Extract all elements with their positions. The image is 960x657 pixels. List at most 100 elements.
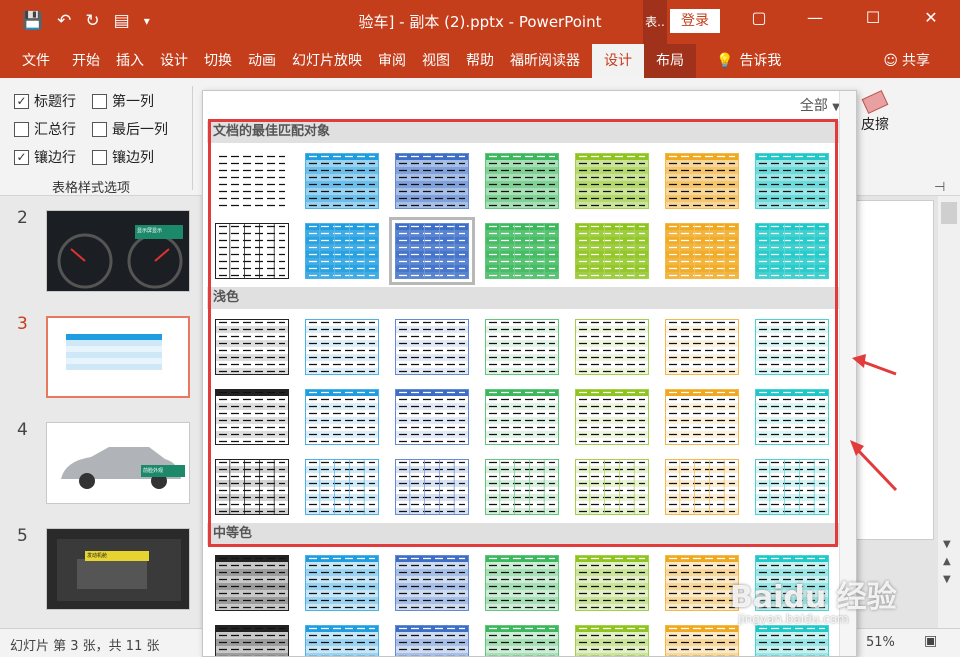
table-style-tile[interactable] <box>755 389 829 445</box>
table-style-tile[interactable] <box>395 319 469 375</box>
table-style-tile[interactable] <box>305 459 379 515</box>
gallery-filter[interactable]: 全部 ▼ <box>800 95 840 115</box>
table-style-tile[interactable] <box>575 555 649 611</box>
previous-slide-icon[interactable]: ▲ <box>943 556 951 567</box>
table-style-tile[interactable] <box>485 223 559 279</box>
table-tools-context-tab[interactable]: 表.. <box>643 0 667 44</box>
table-style-tile[interactable] <box>665 319 739 375</box>
tab-review[interactable]: 审阅 <box>370 44 414 78</box>
table-style-tile[interactable] <box>485 319 559 375</box>
tab-view[interactable]: 视图 <box>414 44 458 78</box>
table-style-tile[interactable] <box>305 625 379 656</box>
slide-thumbnail[interactable]: 显示屏显示 <box>46 210 190 292</box>
next-slide-icon[interactable]: ▼ <box>943 574 951 585</box>
tab-table-layout[interactable]: 布局 <box>644 44 696 78</box>
table-style-tile[interactable] <box>305 223 379 279</box>
pin-ribbon-icon[interactable]: ⊣ <box>934 180 945 195</box>
slide-thumbnail-active[interactable] <box>46 316 190 398</box>
table-style-tile[interactable] <box>215 223 289 279</box>
checkbox[interactable] <box>92 121 107 137</box>
table-style-tile[interactable] <box>395 555 469 611</box>
tab-foxit-reader[interactable]: 福昕阅读器 <box>502 44 588 78</box>
table-style-tile[interactable] <box>305 389 379 445</box>
option-last-column[interactable]: 最后一列 <box>92 119 168 139</box>
login-button[interactable]: 登录 <box>670 9 720 33</box>
ribbon-display-icon[interactable]: ▢ <box>744 8 774 27</box>
table-style-tile[interactable] <box>215 625 289 656</box>
tab-file[interactable]: 文件 <box>0 44 64 78</box>
tab-transitions[interactable]: 切换 <box>196 44 240 78</box>
undo-icon[interactable]: ↶ <box>57 10 71 32</box>
table-style-tile[interactable] <box>215 153 289 209</box>
redo-icon[interactable]: ↻ <box>85 10 99 32</box>
table-style-tile[interactable] <box>485 389 559 445</box>
table-style-tile[interactable] <box>215 459 289 515</box>
table-style-tile[interactable] <box>305 319 379 375</box>
table-style-tile[interactable] <box>485 625 559 656</box>
table-style-tile[interactable] <box>665 555 739 611</box>
customize-qat-icon[interactable]: ▾ <box>144 10 150 32</box>
table-style-tile[interactable] <box>755 223 829 279</box>
table-style-tile[interactable] <box>485 153 559 209</box>
table-style-tile[interactable] <box>575 625 649 656</box>
table-style-tile[interactable] <box>485 459 559 515</box>
tab-slideshow[interactable]: 幻灯片放映 <box>284 44 370 78</box>
option-first-column[interactable]: 第一列 <box>92 91 154 111</box>
gallery-scrollbar[interactable] <box>839 91 856 656</box>
table-style-tile[interactable] <box>305 555 379 611</box>
save-icon[interactable]: 💾 <box>22 10 43 32</box>
tab-help[interactable]: 帮助 <box>458 44 502 78</box>
table-style-tile[interactable] <box>575 319 649 375</box>
table-style-tile[interactable] <box>665 153 739 209</box>
table-style-tile[interactable] <box>215 389 289 445</box>
eraser-button[interactable]: 皮擦 <box>855 90 895 134</box>
table-style-tile[interactable] <box>389 217 475 285</box>
checkbox[interactable]: ✓ <box>14 149 29 165</box>
table-style-tile[interactable] <box>755 153 829 209</box>
slide-thumbnail[interactable]: 发动机舱 <box>46 528 190 610</box>
checkbox[interactable] <box>92 93 107 109</box>
table-style-tile[interactable] <box>755 459 829 515</box>
table-style-tile[interactable] <box>215 319 289 375</box>
table-style-tile[interactable] <box>485 555 559 611</box>
table-style-tile[interactable] <box>395 153 469 209</box>
table-style-tile[interactable] <box>575 389 649 445</box>
option-banded-rows[interactable]: ✓ 镶边行 <box>14 147 76 167</box>
table-style-tile[interactable] <box>755 319 829 375</box>
table-style-tile[interactable] <box>665 625 739 656</box>
table-style-tile[interactable] <box>575 459 649 515</box>
slide-canvas[interactable] <box>852 200 934 540</box>
table-style-tile[interactable] <box>755 625 829 656</box>
scroll-down-icon[interactable]: ▼ <box>943 539 951 550</box>
checkbox[interactable] <box>92 149 107 165</box>
scroll-thumb[interactable] <box>941 202 957 224</box>
slide-thumbnail[interactable]: 前脸外观 <box>46 422 190 504</box>
fit-to-window-icon[interactable]: ▣ <box>924 633 937 649</box>
tab-insert[interactable]: 插入 <box>108 44 152 78</box>
checkbox[interactable] <box>14 121 29 137</box>
table-style-tile[interactable] <box>665 223 739 279</box>
table-style-tile[interactable] <box>395 625 469 656</box>
tab-home[interactable]: 开始 <box>64 44 108 78</box>
checkbox[interactable]: ✓ <box>14 93 29 109</box>
table-style-tile[interactable] <box>575 223 649 279</box>
option-header-row[interactable]: ✓ 标题行 <box>14 91 76 111</box>
option-total-row[interactable]: 汇总行 <box>14 119 76 139</box>
share-button[interactable]: ☺ 共享 <box>875 44 938 78</box>
table-style-tile[interactable] <box>575 153 649 209</box>
table-style-tile[interactable] <box>395 389 469 445</box>
close-icon[interactable]: ✕ <box>916 8 946 27</box>
table-style-tile[interactable] <box>665 459 739 515</box>
zoom-level[interactable]: 51% <box>866 635 895 650</box>
table-style-tile[interactable] <box>305 153 379 209</box>
vertical-scrollbar[interactable]: ▼ ▲ ▼ <box>938 196 960 628</box>
table-style-tile[interactable] <box>395 459 469 515</box>
presenter-icon[interactable]: ▤ <box>114 10 130 32</box>
maximize-icon[interactable]: ☐ <box>858 8 888 27</box>
table-style-tile[interactable] <box>665 389 739 445</box>
table-style-tile[interactable] <box>215 555 289 611</box>
table-style-tile[interactable] <box>755 555 829 611</box>
tab-design[interactable]: 设计 <box>152 44 196 78</box>
tell-me-search[interactable]: 💡 告诉我 <box>708 44 789 78</box>
tab-animations[interactable]: 动画 <box>240 44 284 78</box>
